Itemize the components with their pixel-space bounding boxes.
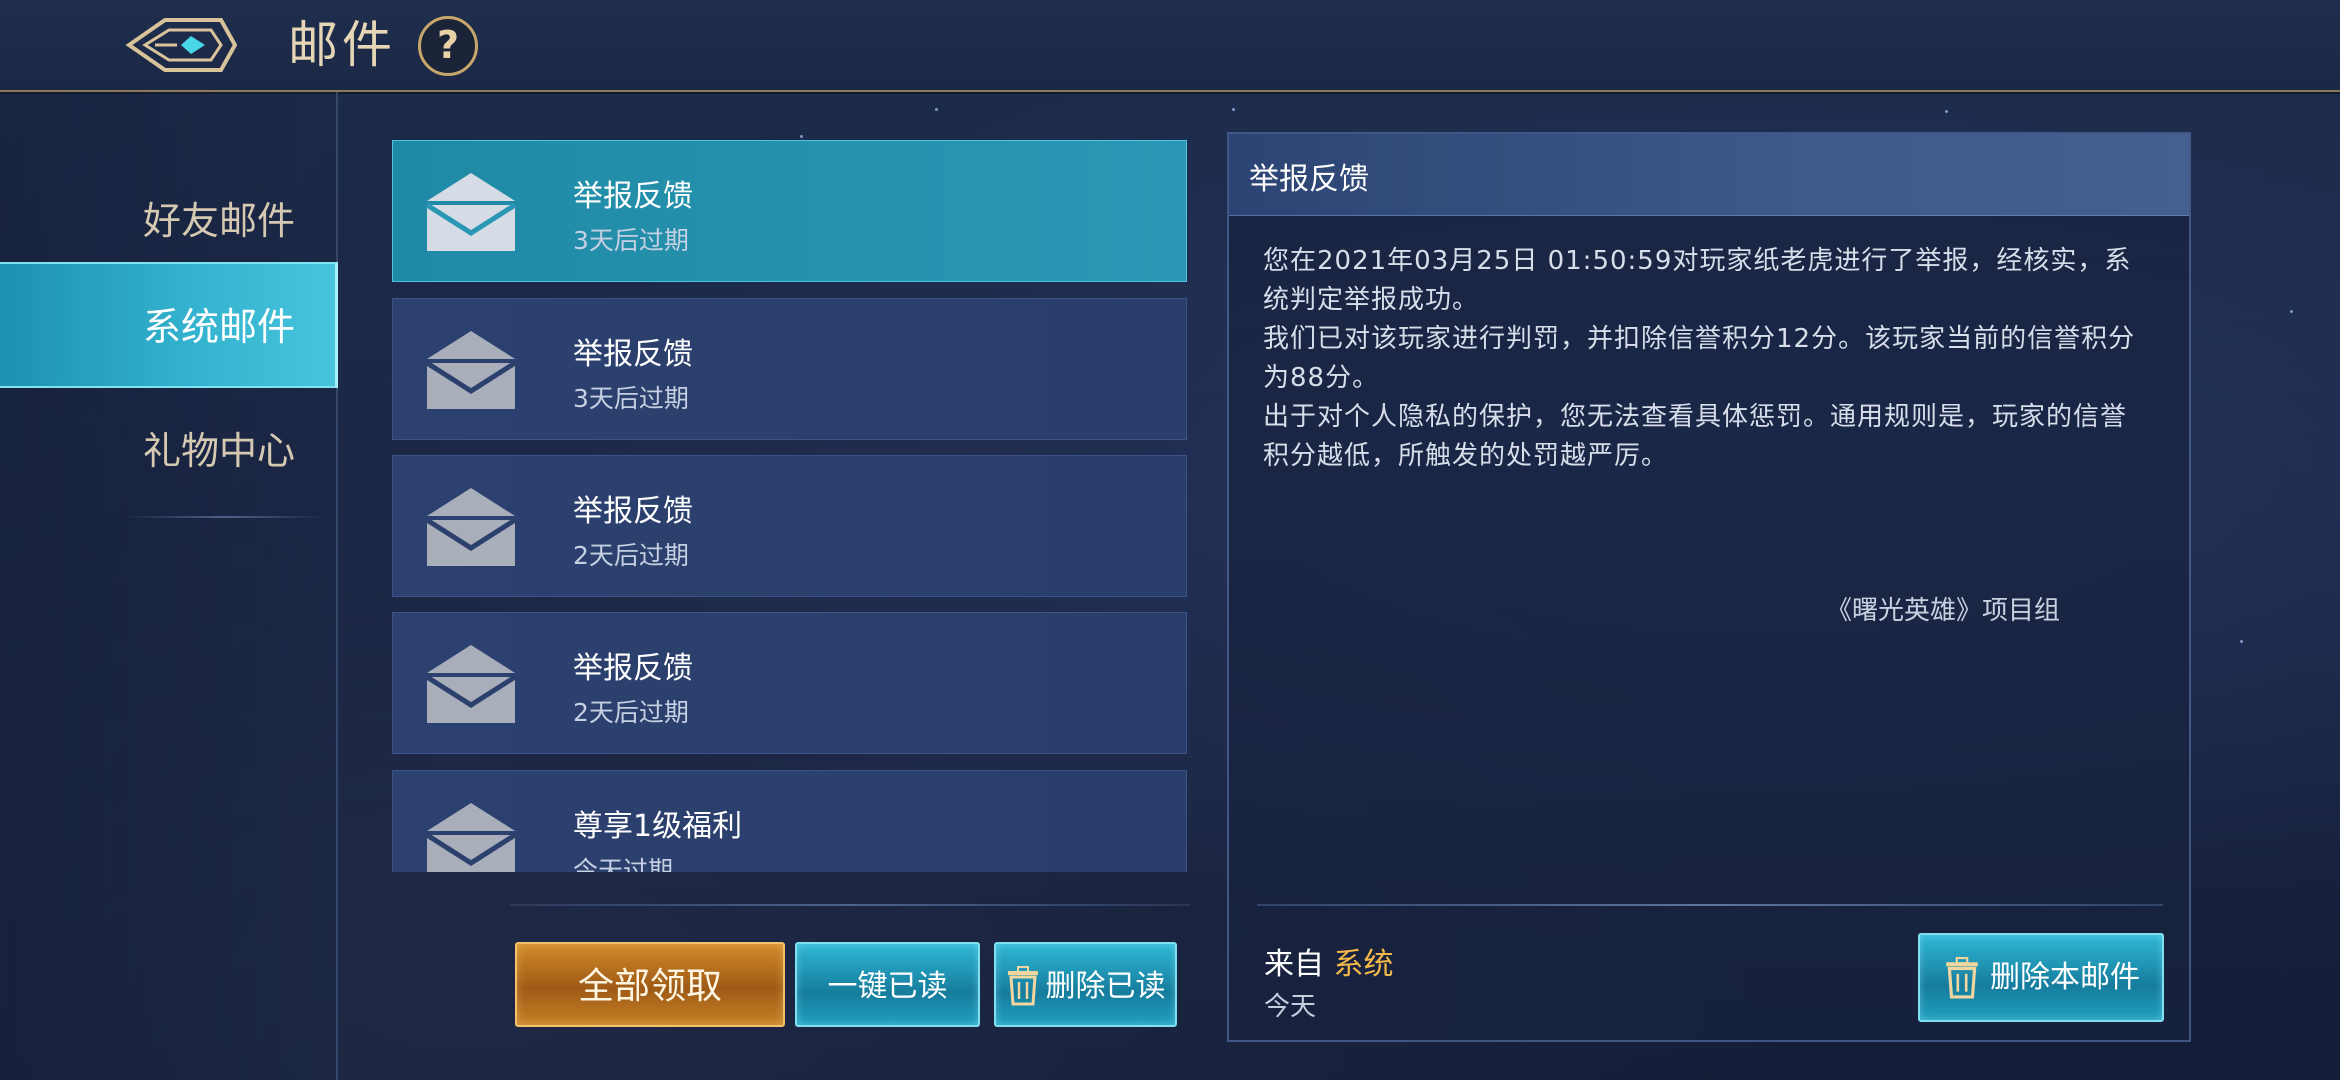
- sidebar-divider: [125, 516, 325, 518]
- delete-read-button[interactable]: 删除已读: [994, 942, 1177, 1027]
- envelope-icon: [425, 331, 517, 409]
- detail-header: 举报反馈: [1229, 134, 2189, 216]
- envelope-icon: [425, 645, 517, 723]
- mail-list-item[interactable]: 举报反馈 3天后过期: [392, 298, 1187, 440]
- mail-title: 举报反馈: [573, 494, 693, 529]
- sidebar-item-system-mail[interactable]: 系统邮件: [0, 262, 338, 388]
- mail-expiry: 今天过期: [573, 856, 674, 872]
- claim-all-button[interactable]: 全部领取: [515, 942, 785, 1027]
- help-button[interactable]: ?: [418, 16, 478, 76]
- detail-body: 您在2021年03月25日 01:50:59对玩家纸老虎进行了举报，经核实，系统…: [1263, 242, 2153, 476]
- mail-title: 举报反馈: [573, 337, 693, 372]
- envelope-icon: [425, 803, 517, 872]
- mail-date: 今天: [1264, 992, 1317, 1022]
- mark-all-read-button[interactable]: 一键已读: [795, 942, 980, 1027]
- mail-list-item[interactable]: 举报反馈 2天后过期: [392, 612, 1187, 754]
- trash-icon: [1946, 957, 1978, 999]
- from-prefix: 来自: [1264, 947, 1324, 982]
- sidebar-item-gift-center[interactable]: 礼物中心: [0, 388, 338, 514]
- mail-expiry: 3天后过期: [573, 384, 689, 413]
- mail-title: 尊享1级福利: [573, 809, 743, 844]
- delete-this-mail-label: 删除本邮件: [1990, 960, 2140, 995]
- mail-list[interactable]: 举报反馈 3天后过期 举报反馈 3天后过期 举报反馈 2天后过期 举报反馈 2天…: [392, 140, 1187, 872]
- category-sidebar: 好友邮件 系统邮件 礼物中心: [0, 92, 338, 1080]
- detail-signature: 《曙光英雄》项目组: [1826, 596, 2061, 626]
- mail-expiry: 2天后过期: [573, 541, 689, 570]
- mail-title: 举报反馈: [573, 651, 693, 686]
- mail-detail-panel: 举报反馈 您在2021年03月25日 01:50:59对玩家纸老虎进行了举报，经…: [1227, 132, 2191, 1042]
- detail-divider: [1257, 904, 2163, 906]
- page-title: 邮件: [288, 16, 396, 74]
- back-arrow-icon: [125, 18, 238, 72]
- delete-this-mail-button[interactable]: 删除本邮件: [1918, 933, 2164, 1022]
- mail-expiry: 2天后过期: [573, 698, 689, 727]
- mail-title: 举报反馈: [573, 179, 693, 214]
- list-divider: [510, 904, 1190, 906]
- detail-title: 举报反馈: [1249, 162, 1369, 197]
- detail-paragraph: 您在2021年03月25日 01:50:59对玩家纸老虎进行了举报，经核实，系统…: [1263, 246, 2132, 315]
- sender-line: 来自 系统: [1264, 939, 1394, 983]
- back-button[interactable]: [125, 12, 238, 78]
- mail-expiry: 3天后过期: [573, 226, 689, 255]
- envelope-icon: [425, 488, 517, 566]
- delete-read-label: 删除已读: [1045, 969, 1166, 1004]
- detail-paragraph: 出于对个人隐私的保护，您无法查看具体惩罚。通用规则是，玩家的信誉积分越低，所触发…: [1263, 402, 2128, 471]
- mail-list-item[interactable]: 举报反馈 3天后过期: [392, 140, 1187, 282]
- mail-list-item[interactable]: 尊享1级福利 今天过期: [392, 770, 1187, 872]
- top-bar: 邮件 ?: [0, 0, 2340, 92]
- sender-name: 系统: [1333, 947, 1394, 982]
- envelope-icon: [425, 173, 517, 251]
- mail-list-item[interactable]: 举报反馈 2天后过期: [392, 455, 1187, 597]
- detail-paragraph: 我们已对该玩家进行判罚，并扣除信誉积分12分。该玩家当前的信誉积分为88分。: [1263, 324, 2136, 393]
- trash-icon: [1008, 966, 1038, 1006]
